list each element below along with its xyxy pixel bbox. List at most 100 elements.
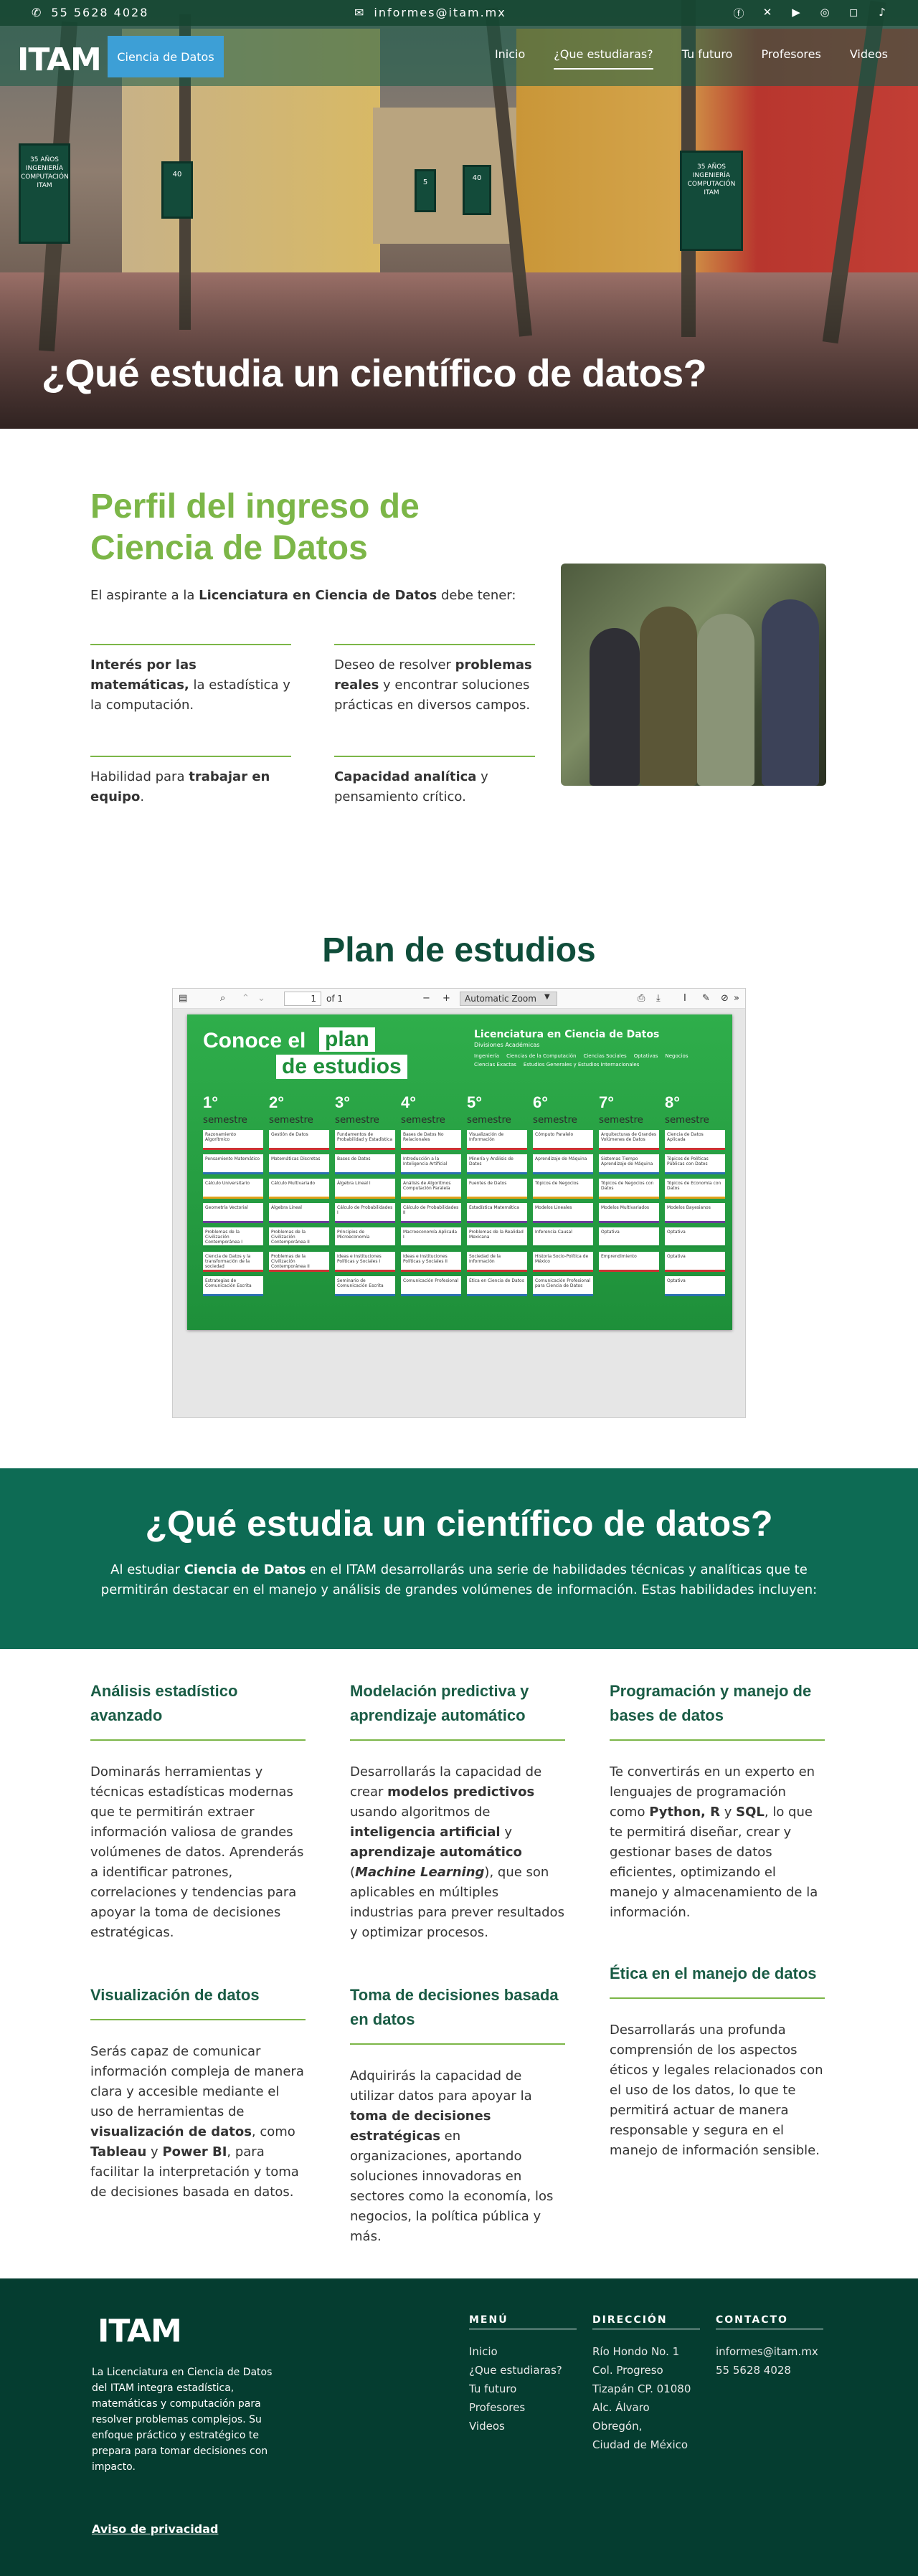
course-box: Optativa xyxy=(665,1276,725,1296)
semester-column: 4° semestre Bases de Datos No Relacionales… xyxy=(401,1093,461,1296)
course-box: Problemas de la Civilización Contemporán… xyxy=(269,1252,329,1272)
course-box: Álgebra Lineal I xyxy=(335,1179,395,1199)
youtube-icon[interactable]: ▶ xyxy=(789,6,803,20)
page-number-input[interactable]: 1 xyxy=(284,992,321,1006)
footer-contact-title: CONTACTO xyxy=(716,2314,823,2329)
download-icon[interactable]: ⤓ xyxy=(656,993,661,1004)
next-page-icon[interactable]: ⌄ xyxy=(257,993,265,1004)
skill-card: Toma de decisiones basada en datos Adqui… xyxy=(350,1983,565,2247)
nav-menu: Inicio ¿Que estudiaras? Tu futuro Profes… xyxy=(481,47,902,70)
privacy-link[interactable]: Aviso de privacidad xyxy=(92,2522,218,2536)
stamp-icon[interactable]: ⊘ xyxy=(721,993,729,1004)
tiktok-icon[interactable]: ♪ xyxy=(875,6,889,20)
course-box: Análisis de Algoritmos Computación Paral… xyxy=(401,1179,461,1199)
skill-title: Modelación predictiva y aprendizaje auto… xyxy=(350,1679,565,1741)
que-estudia-section: ¿Qué estudia un científico de datos? Al … xyxy=(0,1468,918,1649)
footer-link-tu-futuro[interactable]: Tu futuro xyxy=(469,2380,577,2398)
semester-number: 2° xyxy=(269,1093,285,1111)
prev-page-icon[interactable]: ⌃ xyxy=(242,993,250,1004)
poster-heading-highlight: plan xyxy=(319,1027,375,1052)
course-box: Cálculo de Probabilidades I xyxy=(335,1203,395,1223)
footer-menu: MENÚ Inicio ¿Que estudiaras? Tu futuro P… xyxy=(469,2314,577,2435)
footer-description: La Licenciatura en Ciencia de Datos del … xyxy=(92,2367,273,2473)
skill-card: Programación y manejo de bases de datos … xyxy=(610,1679,825,1923)
course-box: Cálculo de Probabilidades II xyxy=(401,1203,461,1223)
semester-column: 5° semestre Visualización de Información Mi… xyxy=(467,1093,527,1296)
skill-title: Programación y manejo de bases de datos xyxy=(610,1679,825,1741)
search-icon[interactable]: ⌕ xyxy=(220,993,225,1004)
zoom-select[interactable]: Automatic Zoom xyxy=(460,992,557,1006)
skill-text: Desarrollarás una profunda comprensión d… xyxy=(610,2023,823,2158)
whatsapp-icon[interactable]: ◎ xyxy=(818,6,832,20)
more-tools-icon[interactable]: » xyxy=(734,993,739,1004)
course-box: Problemas de la Civilización Contemporán… xyxy=(269,1227,329,1247)
student-figure xyxy=(640,607,697,786)
semester-number: 3° xyxy=(335,1093,351,1111)
facebook-icon[interactable]: ⓕ xyxy=(732,6,746,20)
nav-item-que-estudiaras[interactable]: ¿Que estudiaras? xyxy=(539,47,667,70)
semester-label: semestre xyxy=(269,1115,313,1126)
course-box: Ciencia de Datos Aplicada xyxy=(665,1130,725,1150)
skill-title: Ética en el manejo de datos xyxy=(610,1962,825,1999)
skill-text: Desarrollarás la capacidad de crear mode… xyxy=(350,1764,564,1940)
student-figure xyxy=(590,628,640,786)
poster-program: Licenciatura en Ciencia de Datos xyxy=(474,1029,660,1040)
course-box: Fundamentos de Probabilidad y Estadístic… xyxy=(335,1130,395,1150)
footer-link-inicio[interactable]: Inicio xyxy=(469,2342,577,2361)
sidebar-toggle-icon[interactable]: ▤ xyxy=(179,993,187,1004)
semester-number: 4° xyxy=(401,1093,417,1111)
zoom-out-icon[interactable]: − xyxy=(422,993,430,1004)
course-box: Minería y Análisis de Datos xyxy=(467,1154,527,1174)
nav-item-inicio[interactable]: Inicio xyxy=(481,47,539,61)
x-icon[interactable]: ✕ xyxy=(760,6,775,20)
skill-card: Visualización de datos Serás capaz de co… xyxy=(90,1983,306,2202)
course-box: Aprendizaje de Máquina xyxy=(533,1154,593,1174)
footer-contact: CONTACTO informes@itam.mx 55 5628 4028 xyxy=(716,2314,823,2380)
text-select-icon[interactable]: I xyxy=(683,993,686,1004)
student-figure xyxy=(697,614,754,786)
footer-email[interactable]: informes@itam.mx xyxy=(716,2342,823,2361)
course-box: Estrategias de Comunicación Escrita xyxy=(203,1276,263,1296)
footer-address: DIRECCIÓN Río Hondo No. 1 Col. Progreso … xyxy=(592,2314,700,2454)
footer-link-que-estudiaras[interactable]: ¿Que estudiaras? xyxy=(469,2361,577,2380)
phone-contact[interactable]: ✆ 55 5628 4028 xyxy=(32,6,148,19)
poster-heading: Conoce el xyxy=(203,1029,306,1052)
nav-item-profesores[interactable]: Profesores xyxy=(747,47,835,61)
nav-item-videos[interactable]: Videos xyxy=(836,47,902,61)
itam-logo[interactable]: ITAM xyxy=(17,42,102,78)
instagram-icon[interactable]: ◻ xyxy=(846,6,861,20)
draw-icon[interactable]: ✎ xyxy=(702,993,710,1004)
course-box: Tópicos de Economía con Datos xyxy=(665,1179,725,1199)
skill-card: Modelación predictiva y aprendizaje auto… xyxy=(350,1679,565,1943)
perfil-section: Perfil del ingreso de Ciencia de Datos E… xyxy=(0,429,918,888)
course-box: Seminario de Comunicación Escrita xyxy=(335,1276,395,1296)
course-box: Gestión de Datos xyxy=(269,1130,329,1150)
email-contact[interactable]: ✉ informes@itam.mx xyxy=(354,6,506,19)
course-box: Cómputo Paralelo xyxy=(533,1130,593,1150)
footer-link-profesores[interactable]: Profesores xyxy=(469,2398,577,2417)
mail-icon: ✉ xyxy=(354,6,366,19)
footer-link-videos[interactable]: Videos xyxy=(469,2417,577,2435)
hero-banner-right: 35 AÑOS INGENIERÍA COMPUTACIÓN ITAM xyxy=(680,151,743,251)
perfil-item: Capacidad analítica y pensamiento crític… xyxy=(334,756,535,807)
footer-phone[interactable]: 55 5628 4028 xyxy=(716,2361,823,2380)
nav-item-tu-futuro[interactable]: Tu futuro xyxy=(668,47,747,61)
zoom-in-icon[interactable]: + xyxy=(443,993,450,1004)
footer-logo[interactable]: ITAM xyxy=(98,2313,182,2349)
legend-item: Estudios Generales y Estudios Internacio… xyxy=(523,1062,640,1068)
pdf-viewer[interactable]: ▤ ⌕ ⌃ ⌄ 1 of 1 − + Automatic Zoom ▼ ⎙ ⤓ … xyxy=(172,988,746,1418)
course-box: Emprendimiento xyxy=(599,1252,659,1272)
chevron-down-icon: ▼ xyxy=(544,993,550,1001)
course-box: Modelos Bayesianos xyxy=(665,1203,725,1223)
que-estudia-text: Al estudiar Ciencia de Datos en el ITAM … xyxy=(100,1562,818,1597)
skill-text: Adquirirás la capacidad de utilizar dato… xyxy=(350,2068,554,2244)
print-icon[interactable]: ⎙ xyxy=(638,993,645,1004)
semester-label: semestre xyxy=(665,1115,709,1126)
semester-column: 6° semestre Cómputo Paralelo Aprendizaje de… xyxy=(533,1093,593,1296)
hero-banner-small: 40 xyxy=(463,165,491,215)
semester-column: 7° semestre Arquitecturas de Grandes Volúm… xyxy=(599,1093,659,1272)
course-box: Ideas e Instituciones Políticas y Social… xyxy=(335,1252,395,1272)
program-badge[interactable]: Ciencia de Datos xyxy=(108,36,224,77)
footer: ITAM La Licenciatura en Ciencia de Datos… xyxy=(0,2278,918,2576)
course-box: Bases de Datos No Relacionales xyxy=(401,1130,461,1150)
